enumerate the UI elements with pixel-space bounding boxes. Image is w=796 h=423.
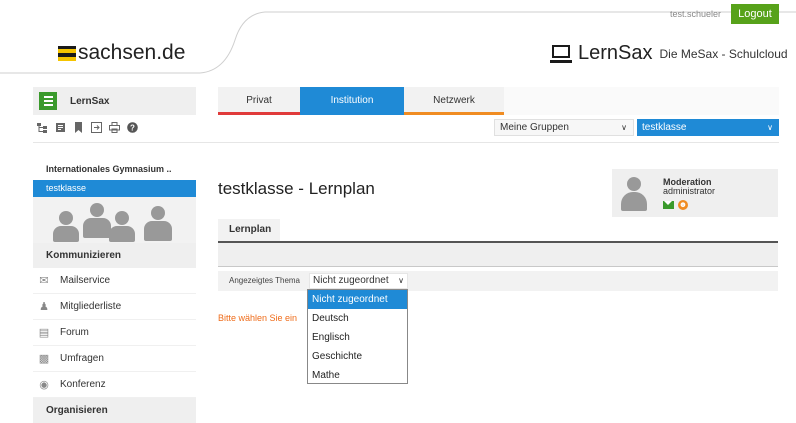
divider: [218, 266, 778, 267]
nav-filler: [504, 87, 779, 115]
dropdown-option[interactable]: Deutsch: [308, 309, 407, 328]
forum-icon: ▤: [38, 327, 50, 339]
brand-name: LernSax: [578, 42, 653, 64]
person-icon: [83, 203, 111, 241]
sidebar-item-umfragen[interactable]: ▩ Umfragen: [33, 346, 196, 372]
moderator-name: administrator: [663, 186, 716, 196]
person-icon: [109, 211, 135, 242]
dropdown-option[interactable]: Mathe: [308, 366, 407, 385]
group-select[interactable]: Meine Gruppen ∨: [494, 119, 634, 136]
help-icon[interactable]: ?: [127, 122, 138, 133]
dropdown-option[interactable]: Nicht zugeordnet: [308, 290, 407, 309]
hint-text: Bitte wählen Sie ein: [218, 313, 298, 323]
theme-select-value: Nicht zugeordnet: [313, 275, 389, 286]
menu-icon[interactable]: [39, 92, 57, 110]
section-kommunizieren: Kommunizieren: [33, 243, 196, 268]
sitemap-icon[interactable]: [37, 122, 48, 133]
page-title: testklasse - Lernplan: [218, 179, 375, 198]
laptop-icon: [550, 44, 572, 63]
toolbar: ?: [37, 122, 138, 133]
svg-text:?: ?: [130, 124, 135, 133]
app-label: LernSax: [70, 95, 110, 107]
sidebar-item-label: Mitgliederliste: [60, 301, 122, 312]
app-nav: LernSax: [33, 87, 196, 115]
username-label: test.schueler: [670, 9, 722, 19]
sidebar-item-konferenz[interactable]: ◉ Konferenz: [33, 372, 196, 398]
chevron-down-icon: ∨: [767, 123, 773, 132]
chart-icon: ▩: [38, 353, 50, 365]
smiley-icon[interactable]: ☻: [678, 200, 688, 210]
sachsen-text: sachsen.de: [78, 41, 186, 64]
sachsen-logo[interactable]: sachsen.de: [58, 41, 185, 65]
sidebar-item-active-group[interactable]: testklasse: [33, 180, 196, 197]
chevron-down-icon: ∨: [398, 276, 404, 285]
export-icon[interactable]: [91, 122, 102, 133]
moderation-card: Moderation administrator ☻: [612, 169, 778, 217]
dropdown-option[interactable]: Englisch: [308, 328, 407, 347]
sidebar-item-mitgliederliste[interactable]: ♟ Mitgliederliste: [33, 294, 196, 320]
sidebar-item-forum[interactable]: ▤ Forum: [33, 320, 196, 346]
sidebar-item-label: Mailservice: [60, 275, 111, 286]
filter-label: Angezeigtes Thema: [229, 276, 301, 285]
theme-select[interactable]: Nicht zugeordnet ∨: [309, 273, 408, 289]
sidebar-item-label: Konferenz: [60, 379, 106, 390]
logout-button[interactable]: Logout: [731, 4, 779, 24]
sidebar-item-label: Umfragen: [60, 353, 104, 364]
moderation-actions: ☻: [663, 200, 688, 210]
mail-icon: ✉: [39, 275, 49, 287]
members-icon: ♟: [39, 301, 49, 313]
lernsax-logo[interactable]: LernSax Die MeSax - Schulcloud: [550, 42, 788, 65]
class-select[interactable]: testklasse ∨: [637, 119, 779, 136]
sidebar-item-label: Forum: [60, 327, 89, 338]
sidebar-item-mailservice[interactable]: ✉ Mailservice: [33, 268, 196, 294]
brand-subtitle: Die MeSax - Schulcloud: [659, 46, 788, 61]
institution-name[interactable]: Internationales Gymnasium ..: [46, 164, 172, 174]
mail-icon[interactable]: [663, 201, 674, 209]
tab-privat[interactable]: Privat: [218, 87, 300, 115]
person-icon: [53, 211, 79, 242]
chevron-down-icon: ∨: [621, 123, 627, 132]
tab-institution[interactable]: Institution: [300, 87, 404, 115]
theme-dropdown[interactable]: Nicht zugeordnet Deutsch Englisch Geschi…: [307, 289, 408, 384]
person-icon: [144, 206, 172, 242]
tab-lernplan[interactable]: Lernplan: [218, 219, 280, 241]
filter-row: Angezeigtes Thema Nicht zugeordnet ∨: [218, 271, 778, 291]
section-organisieren: Organisieren: [33, 398, 196, 423]
group-avatar: [33, 197, 196, 243]
conference-icon: ◉: [39, 379, 49, 391]
tab-netzwerk[interactable]: Netzwerk: [404, 87, 504, 115]
content-band: [218, 243, 778, 266]
notes-icon[interactable]: [55, 122, 66, 133]
group-select-value: Meine Gruppen: [500, 122, 569, 133]
print-icon[interactable]: [109, 122, 120, 133]
class-select-value: testklasse: [642, 122, 687, 133]
bookmark-icon[interactable]: [73, 122, 84, 133]
sachsen-flag-icon: [58, 45, 76, 61]
dropdown-option[interactable]: Geschichte: [308, 347, 407, 366]
avatar: [621, 177, 647, 211]
divider: [33, 142, 779, 143]
